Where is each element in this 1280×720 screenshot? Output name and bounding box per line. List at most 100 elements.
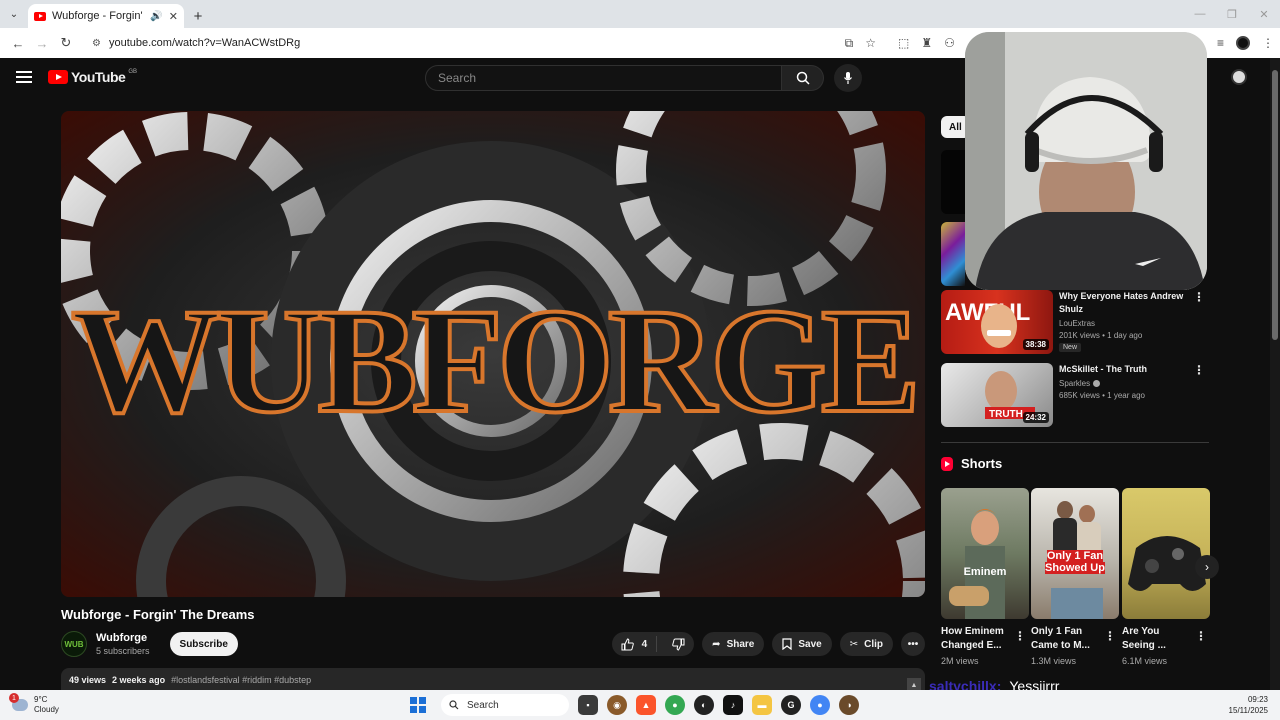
close-window-icon[interactable]: ✕ bbox=[1248, 0, 1280, 28]
more-vertical-icon[interactable]: ⋮ bbox=[1195, 629, 1207, 643]
extension-icon[interactable]: ♜ bbox=[921, 36, 932, 50]
app-icon-3[interactable]: G bbox=[781, 695, 801, 715]
brave-browser-icon[interactable]: ▲ bbox=[636, 695, 656, 715]
more-vertical-icon[interactable]: ⋮ bbox=[1104, 629, 1116, 643]
recommendation-channel[interactable]: LouExtras bbox=[1059, 319, 1189, 328]
short-thumbnail[interactable]: Eminem bbox=[941, 488, 1029, 619]
system-clock[interactable]: 09:23 15/11/2025 bbox=[1229, 694, 1268, 716]
chrome-profile-icon[interactable]: ● bbox=[810, 695, 830, 715]
bookmark-star-icon[interactable]: ☆ bbox=[865, 36, 876, 51]
site-info-icon[interactable]: ⚙ bbox=[92, 38, 101, 49]
channel-info: Wubforge 5 subscribers bbox=[96, 632, 150, 656]
browser-menu-icon[interactable]: ⋮ bbox=[1262, 36, 1274, 50]
save-button[interactable]: Save bbox=[772, 632, 832, 656]
recommendation-thumbnail[interactable]: AWFUL 38:38 bbox=[941, 290, 1053, 354]
account-avatar[interactable] bbox=[1231, 69, 1247, 85]
extensions-icon[interactable]: ⬚ bbox=[898, 36, 909, 50]
address-bar[interactable]: ⚙ youtube.com/watch?v=WanACWstDRg ⧉ ☆ bbox=[84, 31, 884, 55]
recommendation-stats: 685K views • 1 year ago bbox=[1059, 391, 1145, 400]
reload-icon[interactable]: ↻ bbox=[54, 31, 78, 55]
more-vertical-icon[interactable]: ⋮ bbox=[1014, 629, 1026, 643]
taskbar-search[interactable]: Search bbox=[441, 694, 569, 716]
short-title[interactable]: Only 1 Fan Came to M... bbox=[1031, 625, 1103, 653]
share-label: Share bbox=[726, 638, 755, 650]
verified-icon bbox=[1093, 380, 1101, 388]
short-thumbnail[interactable] bbox=[1122, 488, 1210, 619]
recommendation-thumbnail[interactable] bbox=[941, 222, 965, 286]
file-explorer-icon[interactable]: ▬ bbox=[752, 695, 772, 715]
recommendation-title[interactable]: McSkillet - The Truth bbox=[1059, 363, 1189, 376]
recommendation-title[interactable]: Why Everyone Hates Andrew Shulz bbox=[1059, 290, 1189, 316]
hashtags[interactable]: #lostlandsfestival #riddim #dubstep bbox=[171, 675, 311, 685]
recommendation-channel[interactable]: Sparkles bbox=[1059, 379, 1189, 388]
share-button[interactable]: ➦ Share bbox=[702, 632, 765, 656]
voice-search-button[interactable] bbox=[834, 64, 862, 92]
subscribe-button[interactable]: Subscribe bbox=[169, 632, 238, 656]
short-item[interactable]: Are You Seeing ... 6.1M views ⋮ bbox=[1122, 488, 1210, 666]
short-thumbnail[interactable]: Only 1 Fan Showed Up bbox=[1031, 488, 1119, 619]
channel-name[interactable]: Wubforge bbox=[96, 632, 150, 644]
recommendation-stats: 201K views • 1 day ago bbox=[1059, 331, 1143, 340]
media-control-icon[interactable]: ≡ bbox=[1217, 36, 1224, 50]
minimize-icon[interactable]: — bbox=[1184, 0, 1216, 28]
window-controls: — ❐ ✕ bbox=[1184, 0, 1280, 28]
forward-icon[interactable]: → bbox=[30, 31, 54, 55]
short-title[interactable]: How Eminem Changed E... bbox=[941, 625, 1013, 653]
app-icon-4[interactable]: ◑ bbox=[839, 695, 859, 715]
more-actions-button[interactable]: ••• bbox=[901, 632, 925, 656]
weather-text: 9°C Cloudy bbox=[34, 695, 59, 715]
short-item[interactable]: Eminem How Eminem Changed E... 2M views … bbox=[941, 488, 1029, 666]
country-code: GB bbox=[128, 69, 137, 75]
browser-tab-active[interactable]: Wubforge - Forgin' The Dre 🔊 ✕ bbox=[28, 4, 184, 28]
profile-icon[interactable] bbox=[1236, 36, 1250, 50]
menu-icon[interactable] bbox=[16, 71, 32, 83]
page-scrollbar[interactable] bbox=[1270, 58, 1280, 690]
app-icon-2[interactable]: ◐ bbox=[694, 695, 714, 715]
maximize-icon[interactable]: ❐ bbox=[1216, 0, 1248, 28]
recommendation-item[interactable]: AWFUL 38:38 Why Everyone Hates Andrew Sh… bbox=[941, 290, 1211, 354]
video-player[interactable]: WUBFORGE bbox=[61, 111, 925, 597]
scrollbar-thumb[interactable] bbox=[1272, 70, 1278, 340]
recommendation-views: 201K views bbox=[1059, 331, 1100, 340]
windows-start-icon[interactable] bbox=[410, 697, 426, 713]
short-title[interactable]: Are You Seeing ... bbox=[1122, 625, 1194, 653]
short-overlay-label: Only 1 Fan Showed Up bbox=[1045, 550, 1105, 574]
install-app-icon[interactable]: ⧉ bbox=[845, 36, 854, 51]
close-tab-icon[interactable]: ✕ bbox=[169, 10, 178, 23]
app-icon[interactable]: ◉ bbox=[607, 695, 627, 715]
shorts-next-button[interactable]: › bbox=[1195, 555, 1219, 579]
tab-search-icon[interactable]: ⌄ bbox=[0, 0, 28, 28]
tiktok-icon[interactable]: ♪ bbox=[723, 695, 743, 715]
new-tab-button[interactable]: + bbox=[184, 4, 212, 28]
weather-widget[interactable]: 1 9°C Cloudy bbox=[9, 693, 59, 715]
like-button[interactable]: 4 bbox=[612, 636, 658, 652]
task-view-icon[interactable]: ▪ bbox=[578, 695, 598, 715]
youtube-favicon-icon bbox=[34, 11, 46, 21]
video-frame: WUBFORGE bbox=[61, 111, 925, 597]
alert-badge: 1 bbox=[9, 693, 19, 703]
taskbar: 1 9°C Cloudy Search ▪ ◉ ▲ ● ◐ ♪ ▬ G ● ◑ 0… bbox=[0, 690, 1280, 720]
more-vertical-icon[interactable]: ⋮ bbox=[1193, 363, 1205, 377]
recommendation-views: 685K views bbox=[1059, 391, 1100, 400]
dislike-button[interactable] bbox=[663, 638, 694, 651]
shorts-icon bbox=[941, 456, 953, 471]
more-vertical-icon[interactable]: ⋮ bbox=[1193, 290, 1205, 304]
back-icon[interactable]: ← bbox=[6, 31, 30, 55]
recommendation-thumbnail[interactable]: TRUTH 24:32 bbox=[941, 363, 1053, 427]
recommendation-thumbnail[interactable] bbox=[941, 150, 965, 214]
save-label: Save bbox=[798, 638, 822, 650]
youtube-logo[interactable]: YouTube GB bbox=[48, 69, 137, 85]
chrome-icon[interactable]: ● bbox=[665, 695, 685, 715]
recommendation-item[interactable]: TRUTH 24:32 McSkillet - The Truth Sparkl… bbox=[941, 363, 1211, 427]
clip-label: Clip bbox=[864, 638, 883, 650]
short-item[interactable]: Only 1 Fan Showed Up Only 1 Fan Came to … bbox=[1031, 488, 1119, 666]
extension-icon-2[interactable]: ⚇ bbox=[944, 36, 955, 50]
search-input[interactable]: Search bbox=[425, 65, 782, 91]
recommendation-age: 1 year ago bbox=[1107, 391, 1145, 400]
search-button[interactable] bbox=[782, 65, 824, 91]
channel-avatar[interactable]: WUB bbox=[61, 631, 87, 657]
speaker-icon[interactable]: 🔊 bbox=[150, 11, 162, 22]
clip-button[interactable]: ✂ Clip bbox=[839, 632, 893, 656]
chevron-right-icon: › bbox=[1205, 560, 1209, 574]
recommendation-age: 1 day ago bbox=[1107, 331, 1143, 340]
